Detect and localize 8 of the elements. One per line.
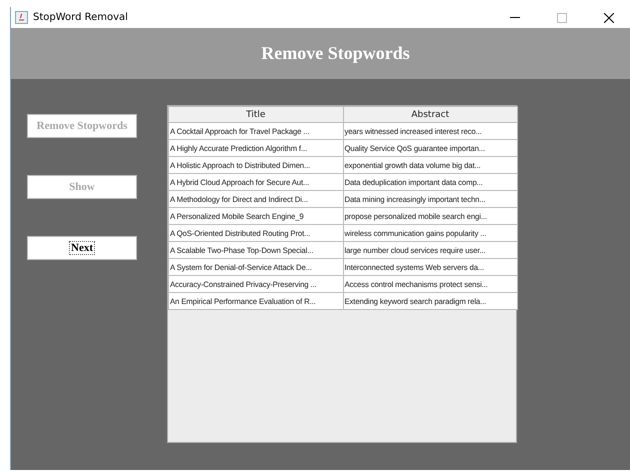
close-icon[interactable]	[604, 12, 614, 22]
java-app-icon	[15, 11, 28, 24]
column-header[interactable]: Title	[168, 106, 343, 122]
header-title: Remove Stopwords	[261, 43, 410, 64]
window-title: StopWord Removal	[33, 12, 129, 23]
action-button[interactable]: Next	[27, 236, 137, 260]
minimize-icon[interactable]	[510, 16, 520, 18]
column-header[interactable]: Abstract	[343, 106, 518, 122]
